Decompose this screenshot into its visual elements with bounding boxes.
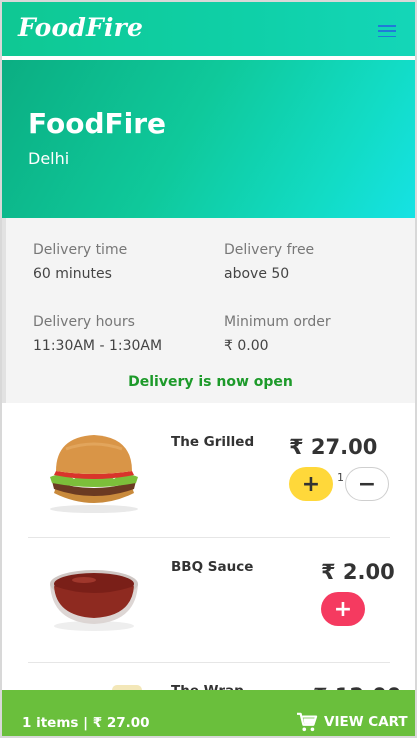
delivery-time-label: Delivery time: [33, 242, 128, 258]
burger-image: [50, 435, 138, 513]
item-price: ₹ 27.00: [289, 435, 378, 459]
view-cart-label: VIEW CART: [324, 714, 408, 730]
menu-list: The Grilled ₹ 27.00 + 1 − BBQ Sauce ₹ 2.…: [2, 403, 415, 708]
menu-item: BBQ Sauce ₹ 2.00 +: [2, 538, 415, 663]
cart-summary: 1 items | ₹ 27.00: [22, 715, 150, 731]
app-frame: FoodFire FoodFire Delhi Delivery time 60…: [0, 0, 417, 738]
sauce-image: [50, 570, 138, 631]
minimum-order-label: Minimum order: [224, 314, 331, 330]
menu-item: The Grilled ₹ 27.00 + 1 −: [2, 403, 415, 538]
delivery-free-label: Delivery free: [224, 242, 315, 258]
restaurant-name: FoodFire: [28, 107, 167, 140]
minimum-order-value: ₹ 0.00: [224, 338, 269, 354]
top-app-bar: FoodFire: [2, 2, 415, 58]
hamburger-menu-icon[interactable]: [378, 25, 396, 37]
item-name: BBQ Sauce: [171, 559, 254, 575]
item-price: ₹ 2.00: [321, 560, 395, 584]
cart-bar: 1 items | ₹ 27.00 VIEW CART: [2, 690, 415, 736]
restaurant-city: Delhi: [28, 149, 70, 168]
delivery-time-value: 60 minutes: [33, 266, 112, 282]
shopping-cart-icon: [297, 712, 318, 732]
brand-logo[interactable]: FoodFire: [18, 13, 143, 42]
delivery-hours-label: Delivery hours: [33, 314, 135, 330]
add-button[interactable]: +: [289, 467, 333, 501]
add-button[interactable]: +: [321, 592, 365, 626]
view-cart-button[interactable]: VIEW CART: [296, 710, 408, 734]
remove-button[interactable]: −: [345, 467, 389, 501]
delivery-status: Delivery is now open: [128, 374, 293, 390]
delivery-hours-value: 11:30AM - 1:30AM: [33, 338, 163, 354]
restaurant-hero: FoodFire Delhi: [2, 60, 415, 218]
delivery-free-value: above 50: [224, 266, 290, 282]
item-quantity: 1: [337, 471, 344, 484]
delivery-info-panel: Delivery time 60 minutes Delivery free a…: [2, 218, 415, 403]
item-name: The Grilled: [171, 434, 255, 450]
